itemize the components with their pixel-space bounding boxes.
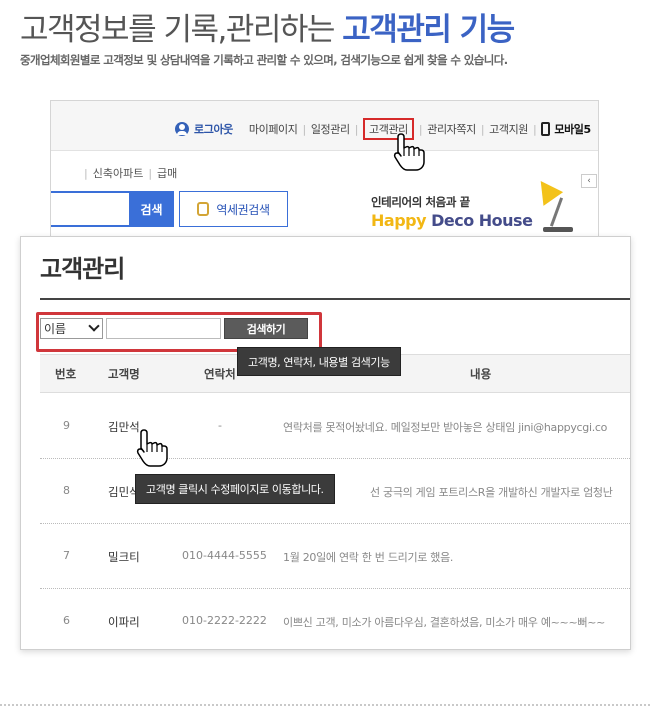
category-divider: | xyxy=(148,167,153,180)
table-row[interactable]: 9 김만석 - 연락처를 못적어놨네요. 메일정보만 받아놓은 상태임 jini… xyxy=(40,394,630,459)
row-memo: 1월 20일에 연락 한 번 드리기로 했음. xyxy=(283,551,454,564)
row-number: 7 xyxy=(63,549,70,562)
chevron-down-icon xyxy=(88,320,100,332)
site-search-button[interactable]: 검색 xyxy=(129,191,174,227)
nav-divider: | xyxy=(533,122,537,136)
nav-item-schedule[interactable]: 일정관리 xyxy=(311,121,350,137)
person-icon xyxy=(175,122,189,136)
row-memo: 선 궁극의 게임 포트리스R을 개발하신 개발자로 엄청난 xyxy=(370,486,613,499)
nav-divider: | xyxy=(354,122,359,136)
column-header-name: 고객명 xyxy=(108,367,140,381)
train-icon xyxy=(197,202,210,216)
station-search-button[interactable]: 역세권검색 xyxy=(179,191,288,227)
collapse-button[interactable]: ‹ xyxy=(581,174,597,188)
table-row[interactable]: 6 이파리 010-2222-2222 이쁘신 고객, 미소가 아름다우심, 결… xyxy=(40,589,630,649)
banner-title[interactable]: Happy Deco House xyxy=(371,211,533,230)
search-field-value: 이름 xyxy=(44,322,67,336)
nav-divider: | xyxy=(302,122,307,136)
banner-title-happy: Happy xyxy=(371,211,427,230)
row-phone: - xyxy=(218,419,222,432)
search-field-select[interactable]: 이름 xyxy=(40,318,103,339)
column-header-phone: 연락처 xyxy=(204,367,236,381)
row-phone: 010-2222-2222 xyxy=(182,614,267,627)
logout-label: 로그아웃 xyxy=(194,123,233,136)
category-row: | 신축아파트 | 급매 xyxy=(79,165,177,181)
category-urgent-sale[interactable]: 급매 xyxy=(157,167,177,180)
row-number: 9 xyxy=(63,419,70,432)
nav-divider: | xyxy=(480,122,485,136)
row-phone: 010-4444-5555 xyxy=(182,549,267,562)
nav-item-mypage[interactable]: 마이페이지 xyxy=(249,121,298,137)
column-header-memo: 내용 xyxy=(470,367,492,381)
row-number: 6 xyxy=(63,614,70,627)
search-tooltip: 고객명, 연락처, 내용별 검색기능 xyxy=(237,347,401,376)
search-button[interactable]: 검색하기 xyxy=(224,318,308,339)
nav-item-admin-message[interactable]: 관리자쪽지 xyxy=(427,121,476,137)
title-divider xyxy=(40,298,630,300)
site-preview: 로그아웃 마이페이지 | 일정관리 | 고객관리 | 관리자쪽지 | 고객지원 … xyxy=(50,100,599,250)
headline-accent: 고객관리 기능 xyxy=(342,12,515,48)
headline: 고객정보를 기록,관리하는 고객관리 기능 xyxy=(20,4,515,49)
nav-item-mobile[interactable]: 모바일5 xyxy=(541,121,591,137)
top-nav: 로그아웃 마이페이지 | 일정관리 | 고객관리 | 관리자쪽지 | 고객지원 … xyxy=(175,118,591,140)
row-memo: 이쁘신 고객, 미소가 아름다우심, 결혼하셨음, 미소가 매우 예~~~뻐~~ xyxy=(283,616,606,629)
site-search-input[interactable] xyxy=(51,191,133,227)
category-divider: | xyxy=(84,167,88,180)
search-input[interactable] xyxy=(106,318,221,339)
station-search-label: 역세권검색 xyxy=(216,202,270,217)
category-new-apartment[interactable]: 신축아파트 xyxy=(93,167,144,180)
subline: 중개업체회원별로 고객정보 및 상담내역을 기록하고 관리할 수 있으며, 검색… xyxy=(20,53,508,67)
mobile-label: 모바일5 xyxy=(554,123,591,136)
page-title: 고객관리 xyxy=(40,255,125,283)
customer-panel: 고객관리 이름 검색하기 번호 고객명 연락처 내용 9 김만석 - 연락처를 … xyxy=(20,236,631,650)
row-number: 8 xyxy=(63,484,70,497)
hand-cursor-icon xyxy=(136,429,168,467)
table-row[interactable]: 7 밀크티 010-4444-5555 1월 20일에 연락 한 번 드리기로 … xyxy=(40,524,630,589)
customer-name-link[interactable]: 이파리 xyxy=(108,614,140,630)
table-row[interactable]: 8 김민석 선 궁극의 게임 포트리스R을 개발하신 개발자로 엄청난 xyxy=(40,459,630,524)
banner-subtitle: 인테리어의 처음과 끝 xyxy=(371,195,470,209)
phone-icon xyxy=(541,122,551,136)
banner-title-rest: Deco House xyxy=(426,211,533,230)
headline-prefix: 고객정보를 기록,관리하는 xyxy=(20,12,343,48)
column-header-number: 번호 xyxy=(55,367,77,381)
site-top-bar: 로그아웃 마이페이지 | 일정관리 | 고객관리 | 관리자쪽지 | 고객지원 … xyxy=(51,101,598,151)
lamp-illustration xyxy=(530,173,581,235)
name-click-tooltip: 고객명 클릭시 수정페이지로 이동합니다. xyxy=(135,474,335,504)
logout-link[interactable]: 로그아웃 xyxy=(175,121,233,137)
bottom-divider xyxy=(0,704,650,706)
customer-name-link[interactable]: 밀크티 xyxy=(108,549,140,565)
hand-cursor-icon xyxy=(393,133,425,171)
nav-item-support[interactable]: 고객지원 xyxy=(489,121,528,137)
row-memo: 연락처를 못적어놨네요. 메일정보만 받아놓은 상태임 jini@happycg… xyxy=(283,421,608,434)
